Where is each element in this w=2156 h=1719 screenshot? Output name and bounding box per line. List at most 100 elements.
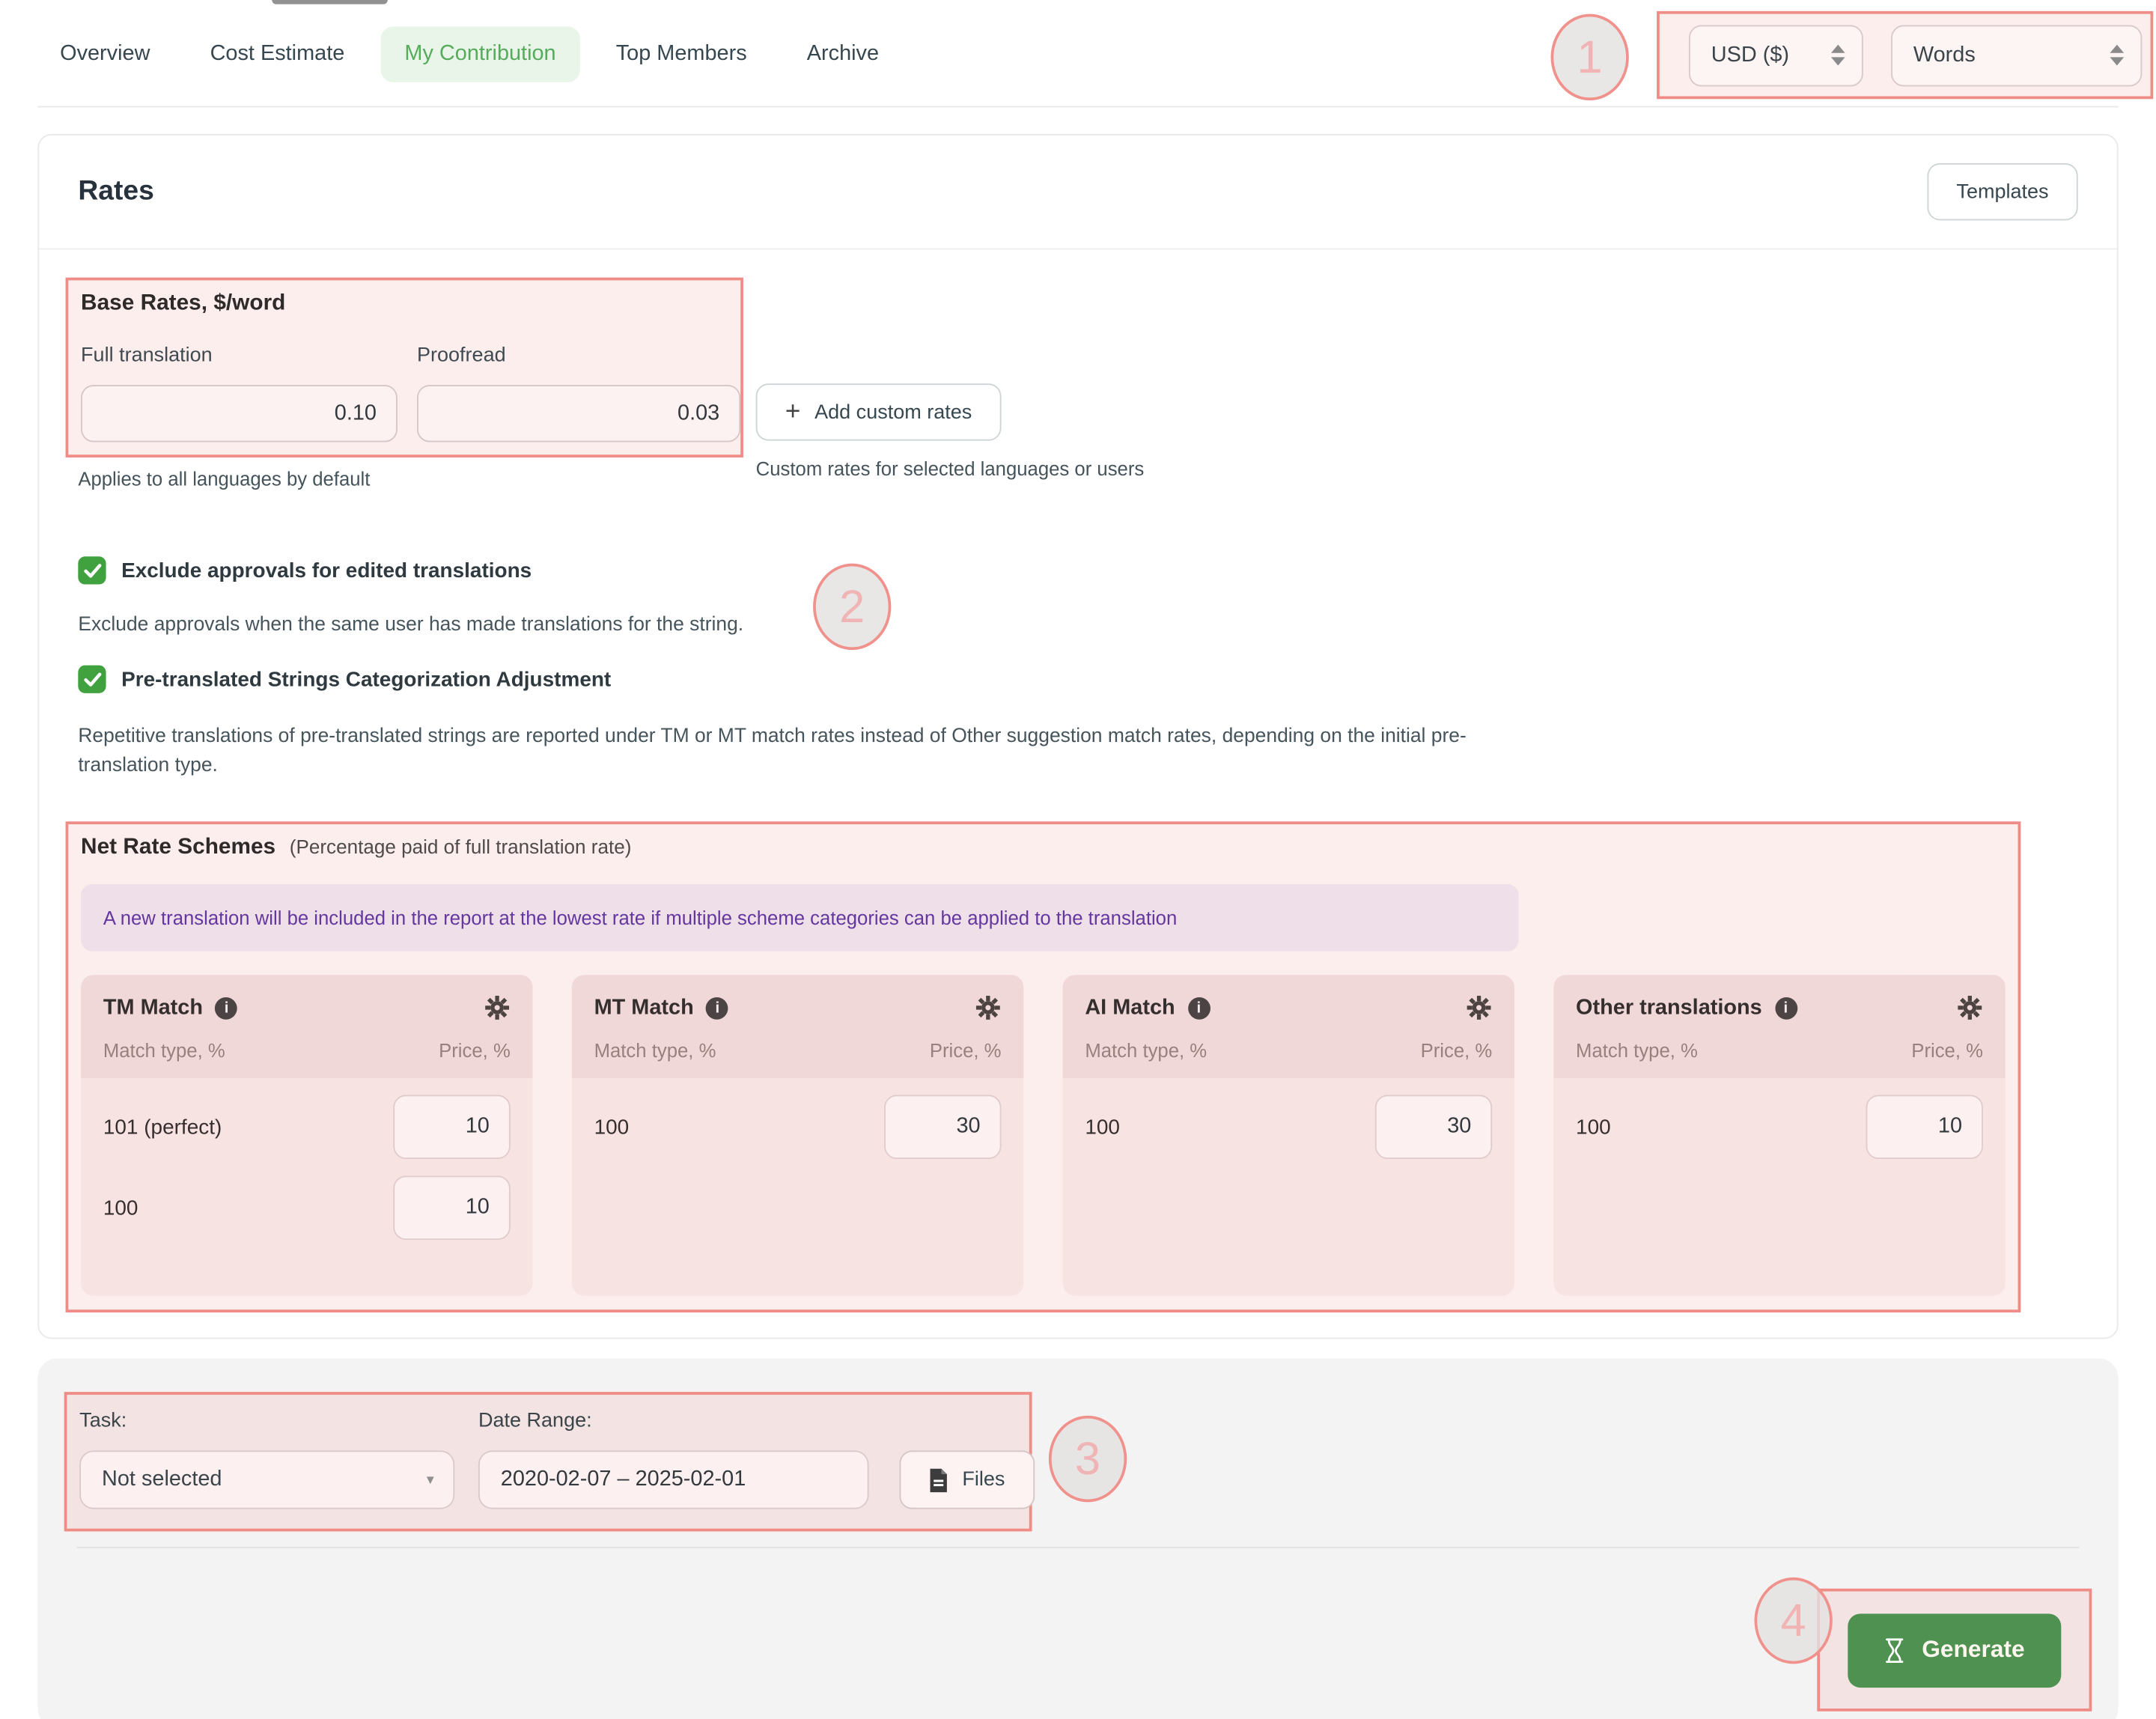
full-translation-input[interactable]: 0.10 <box>81 385 398 442</box>
tab-top-members[interactable]: Top Members <box>616 41 747 67</box>
annotation-number: 1 <box>1577 31 1603 84</box>
task-value: Not selected <box>102 1467 222 1493</box>
annotation-number: 3 <box>1075 1432 1100 1485</box>
scheme-card-ai-match: AI Match i Match type, % Price, % <box>1063 975 1515 1295</box>
pretranslated-adjustment-checkbox[interactable] <box>78 666 106 693</box>
select-arrows-icon <box>1831 45 1845 66</box>
full-translation-field: Full translation 0.10 <box>81 344 398 442</box>
match-type-column-header: Match type, % <box>1576 1041 1698 1062</box>
scheme-card-tm-match: TM Match i Match type, % Price, % <box>81 975 533 1295</box>
checkmark-icon <box>83 563 101 578</box>
top-navigation: Overview Cost Estimate My Contribution T… <box>0 0 2156 107</box>
price-column-header: Price, % <box>930 1041 1002 1062</box>
pretranslated-adjustment-description: Repetitive translations of pre-translate… <box>78 722 1528 781</box>
scheme-card-body: 100 10 <box>1553 1078 2006 1296</box>
scheme-card-mt-match: MT Match i Match type, % Price, % <box>572 975 1024 1295</box>
exclude-approvals-checkbox[interactable] <box>78 556 106 584</box>
proofread-value: 0.03 <box>677 401 719 427</box>
exclude-approvals-row: Exclude approvals for edited translation… <box>78 556 2077 584</box>
date-range-value: 2020-02-07 – 2025-02-01 <box>501 1467 746 1493</box>
match-type-value: 100 <box>1085 1115 1120 1139</box>
scheme-title: MT Match <box>594 995 694 1020</box>
generate-button-label: Generate <box>1922 1636 2024 1664</box>
match-type-value: 101 (perfect) <box>103 1115 222 1139</box>
custom-rates-caption: Custom rates for selected languages or u… <box>756 459 1145 480</box>
base-rates-caption: Applies to all languages by default <box>78 469 743 490</box>
currency-select[interactable]: USD ($) <box>1689 25 1863 86</box>
annotation-box-base-rates: Base Rates, $/word Full translation 0.10… <box>66 278 743 457</box>
file-icon <box>929 1468 948 1492</box>
pretranslated-adjustment-row: Pre-translated Strings Categorization Ad… <box>78 666 2077 693</box>
scheme-card-body: 101 (perfect) 10 100 10 <box>81 1078 533 1296</box>
unit-value: Words <box>1913 43 1976 68</box>
annotation-number: 2 <box>839 580 865 633</box>
custom-rates-column: + Add custom rates Custom rates for sele… <box>756 278 1145 480</box>
scheme-cards: TM Match i Match type, % Price, % <box>81 975 2006 1295</box>
match-type-value: 100 <box>1576 1115 1611 1139</box>
annotation-number: 4 <box>1781 1594 1806 1647</box>
tab-my-contribution[interactable]: My Contribution <box>381 25 580 82</box>
scheme-row: 100 10 <box>103 1173 511 1243</box>
price-value: 30 <box>956 1114 980 1140</box>
templates-button[interactable]: Templates <box>1927 163 2077 220</box>
tab-overview[interactable]: Overview <box>60 41 150 67</box>
base-rates-column: Base Rates, $/word Full translation 0.10… <box>78 278 743 490</box>
match-type-column-header: Match type, % <box>594 1041 716 1062</box>
price-column-header: Price, % <box>439 1041 511 1062</box>
exclude-approvals-label: Exclude approvals for edited translation… <box>121 559 532 582</box>
tab-cost-estimate[interactable]: Cost Estimate <box>210 41 345 67</box>
exclude-approvals-description: Exclude approvals when the same user has… <box>78 614 2077 638</box>
scheme-title: Other translations <box>1576 995 1762 1020</box>
price-value: 10 <box>466 1195 490 1220</box>
files-button[interactable]: Files <box>900 1450 1035 1509</box>
match-type-value: 100 <box>594 1115 630 1139</box>
footer-divider <box>76 1547 2079 1548</box>
gear-icon[interactable] <box>1957 994 1983 1020</box>
full-translation-label: Full translation <box>81 344 398 367</box>
scheme-card-body: 100 30 <box>1063 1078 1515 1296</box>
gear-icon[interactable] <box>975 994 1001 1020</box>
rates-card-header: Rates Templates <box>39 136 2117 250</box>
report-tabs: Overview Cost Estimate My Contribution T… <box>60 0 879 107</box>
gear-icon[interactable] <box>1466 994 1492 1020</box>
price-input[interactable]: 10 <box>1866 1095 1983 1159</box>
info-icon[interactable]: i <box>1187 997 1210 1019</box>
scheme-card-other-translations: Other translations i Match type, % Price… <box>1553 975 2006 1295</box>
date-range-input[interactable]: 2020-02-07 – 2025-02-01 <box>478 1450 869 1509</box>
price-input[interactable]: 10 <box>393 1095 510 1159</box>
proofread-label: Proofread <box>417 344 740 367</box>
add-custom-rates-button[interactable]: + Add custom rates <box>756 383 1002 440</box>
price-input[interactable]: 30 <box>884 1095 1001 1159</box>
page-title: Rates <box>78 176 153 208</box>
scheme-card-body: 100 30 <box>572 1078 1024 1296</box>
match-type-column-header: Match type, % <box>1085 1041 1207 1062</box>
price-column-header: Price, % <box>1421 1041 1493 1062</box>
annotation-circle-1: 1 <box>1551 14 1629 100</box>
pretranslated-adjustment-label: Pre-translated Strings Categorization Ad… <box>121 667 611 691</box>
task-select[interactable]: Not selected ▼ <box>79 1450 454 1509</box>
net-rate-schemes-title: Net Rate Schemes <box>81 836 275 861</box>
price-input[interactable]: 10 <box>393 1175 510 1240</box>
scheme-row: 100 10 <box>1576 1092 1983 1162</box>
annotation-box-task-daterange: Task: Not selected ▼ Date Range: 2020-02… <box>64 1392 1032 1531</box>
info-icon[interactable]: i <box>706 997 728 1019</box>
proofread-input[interactable]: 0.03 <box>417 385 740 442</box>
unit-select[interactable]: Words <box>1891 25 2142 86</box>
scheme-title: TM Match <box>103 995 203 1020</box>
select-arrows-icon <box>2110 45 2125 66</box>
scheme-card-header: AI Match i Match type, % Price, % <box>1063 975 1515 1078</box>
rates-card: Rates Templates Base Rates, $/word Full … <box>37 134 2118 1339</box>
info-icon[interactable]: i <box>1775 997 1797 1019</box>
price-input[interactable]: 30 <box>1375 1095 1492 1159</box>
date-range-column: Date Range: 2020-02-07 – 2025-02-01 <box>478 1410 869 1509</box>
annotation-circle-3: 3 <box>1049 1416 1127 1502</box>
info-icon[interactable]: i <box>216 997 238 1019</box>
full-translation-value: 0.10 <box>335 401 377 427</box>
task-column: Task: Not selected ▼ <box>79 1410 454 1509</box>
generate-button[interactable]: Generate <box>1848 1613 2061 1687</box>
price-column-header: Price, % <box>1911 1041 1983 1062</box>
tab-archive[interactable]: Archive <box>807 41 879 67</box>
gear-icon[interactable] <box>484 994 510 1020</box>
scheme-card-header: Other translations i Match type, % Price… <box>1553 975 2006 1078</box>
scheme-card-header: MT Match i Match type, % Price, % <box>572 975 1024 1078</box>
